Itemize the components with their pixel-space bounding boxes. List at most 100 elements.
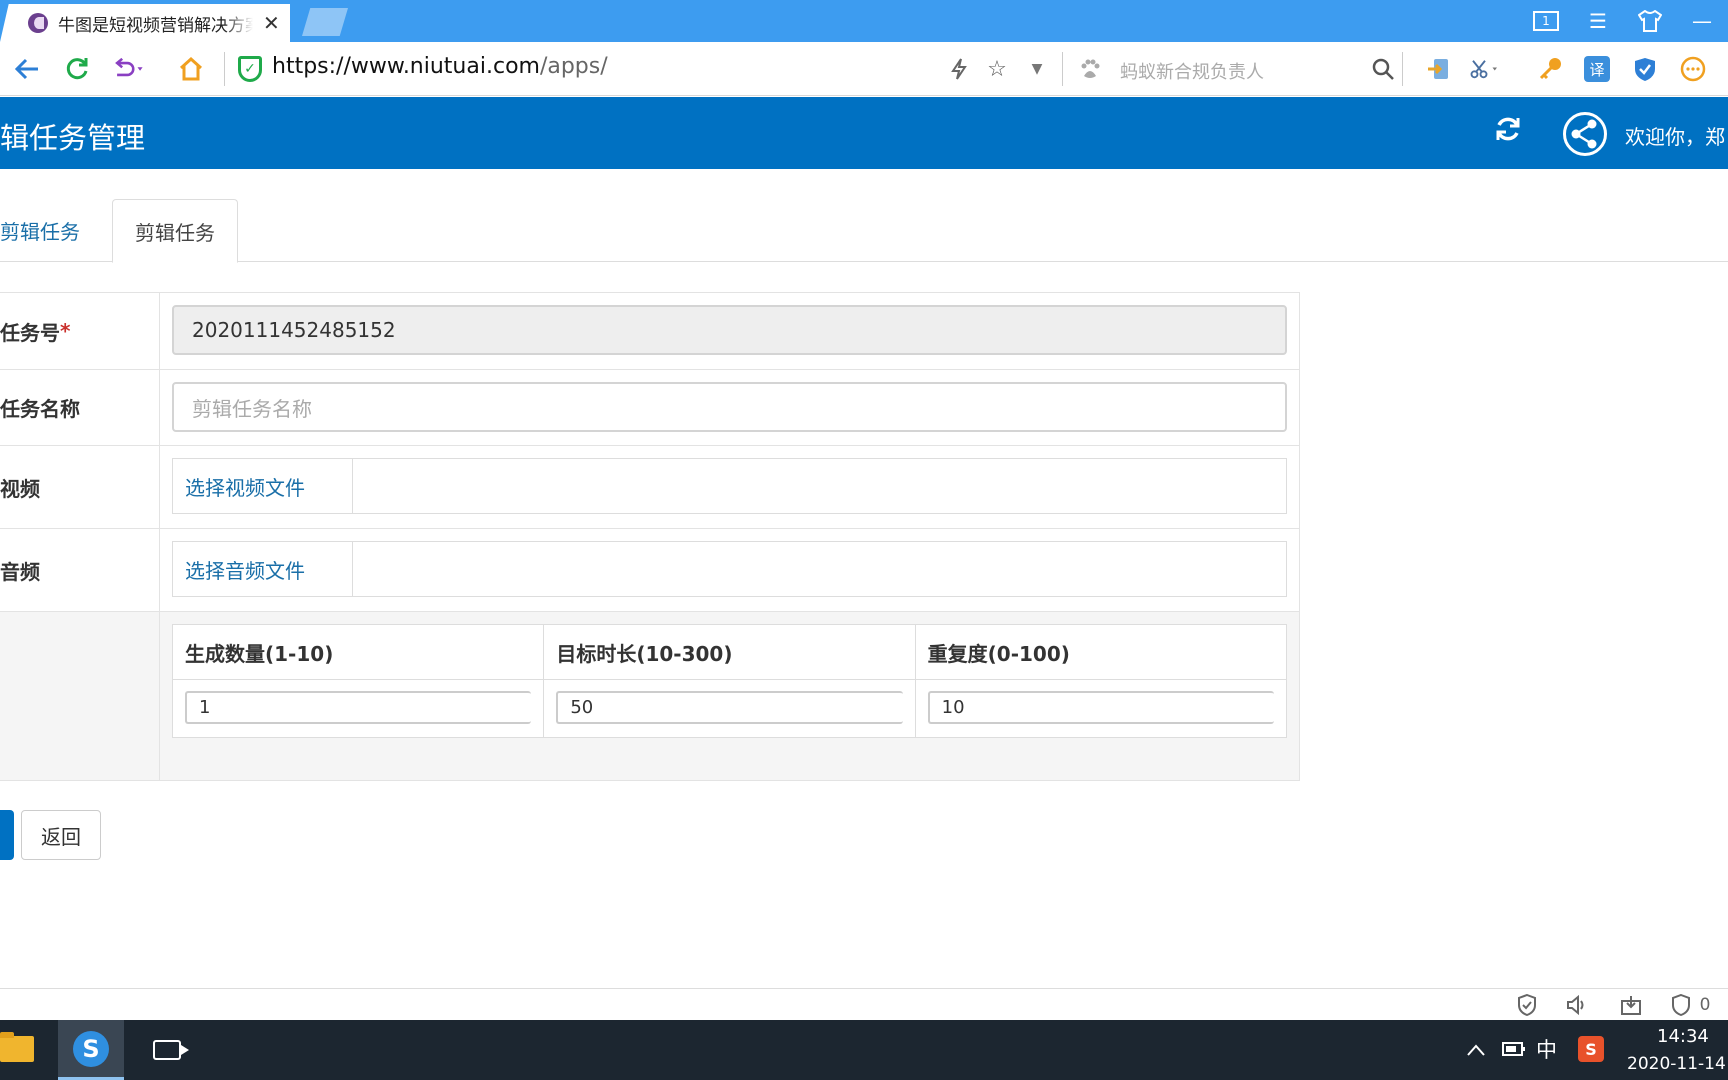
url-path: /apps/ bbox=[539, 54, 608, 79]
select-audio-button[interactable]: 选择音频文件 bbox=[173, 542, 353, 596]
params-cell: 生成数量(1-10) 目标时长(10-300) 重复度(0-100) 1 50 … bbox=[160, 612, 1299, 780]
battery-icon[interactable] bbox=[1502, 1038, 1526, 1062]
url-main: https://www.niutuai.com bbox=[272, 54, 540, 79]
url-text[interactable]: https://www.niutuai.com/apps/ bbox=[272, 54, 608, 79]
download-box-icon[interactable] bbox=[1618, 993, 1644, 1017]
minimize-button[interactable]: — bbox=[1676, 0, 1728, 42]
lightning-icon[interactable] bbox=[944, 54, 974, 84]
baidu-paw-icon bbox=[1075, 54, 1105, 84]
screenshot-scissors-icon[interactable] bbox=[1470, 54, 1500, 84]
app-header: 辑任务管理 欢迎你，郑 bbox=[0, 97, 1728, 169]
new-tab-button[interactable] bbox=[302, 8, 348, 36]
repeat-cell: 10 bbox=[916, 680, 1286, 737]
separator bbox=[1062, 52, 1063, 86]
separator bbox=[224, 52, 225, 86]
repeat-header: 重复度(0-100) bbox=[927, 641, 1070, 666]
window-counter-button[interactable]: 1 bbox=[1520, 0, 1572, 42]
skin-shirt-icon[interactable] bbox=[1624, 0, 1676, 42]
page-tabs: 剪辑任务 剪辑任务 bbox=[0, 199, 1728, 263]
params-table: 生成数量(1-10) 目标时长(10-300) 重复度(0-100) 1 50 … bbox=[172, 624, 1287, 738]
search-icon[interactable] bbox=[1368, 54, 1398, 84]
login-assistant-icon[interactable] bbox=[1424, 54, 1454, 84]
audio-label: 音频 bbox=[0, 529, 160, 611]
back-button[interactable]: 返回 bbox=[21, 810, 101, 860]
site-favicon-icon bbox=[28, 13, 48, 33]
dropdown-chevron-icon[interactable]: ▼ bbox=[1022, 54, 1052, 84]
secure-shield-icon: ✓ bbox=[238, 56, 262, 82]
audio-cell: 选择音频文件 bbox=[160, 529, 1299, 611]
welcome-text[interactable]: 欢迎你，郑 bbox=[1625, 121, 1725, 150]
home-icon[interactable] bbox=[174, 52, 208, 86]
required-mark: * bbox=[60, 319, 71, 343]
task-name-cell: 剪辑任务名称 bbox=[160, 370, 1299, 445]
video-cell: 选择视频文件 bbox=[160, 446, 1299, 528]
undo-close-icon[interactable] bbox=[112, 52, 146, 86]
clock-date[interactable]: 2020-11-14 bbox=[1627, 1054, 1726, 1074]
task-name-input[interactable]: 剪辑任务名称 bbox=[172, 382, 1287, 432]
form-row-audio: 音频 选择音频文件 bbox=[0, 529, 1299, 612]
task-name-label: 任务名称 bbox=[0, 370, 160, 445]
sogou-browser-icon: S bbox=[73, 1030, 109, 1067]
form-row-params: 生成数量(1-10) 目标时长(10-300) 重复度(0-100) 1 50 … bbox=[0, 612, 1299, 780]
submit-button[interactable] bbox=[0, 810, 14, 860]
count-header: 生成数量(1-10) bbox=[173, 625, 545, 679]
search-input[interactable]: 蚂蚁新合规负责人 bbox=[1120, 58, 1264, 84]
tab-close-icon[interactable]: ✕ bbox=[263, 11, 280, 35]
ad-block-icon[interactable] bbox=[1668, 993, 1694, 1017]
address-bar: ✓ https://www.niutuai.com/apps/ ☆ ▼ 蚂蚁新合… bbox=[0, 42, 1728, 96]
taskbar-camera-app[interactable] bbox=[134, 1020, 200, 1080]
shield-check-icon[interactable] bbox=[1514, 993, 1540, 1017]
duration-cell: 50 bbox=[544, 680, 916, 737]
task-no-input[interactable]: 2020111452485152 bbox=[172, 305, 1287, 355]
repeat-input[interactable]: 10 bbox=[927, 691, 1274, 724]
browser-tab-bar: 牛图是短视频营销解决方案 ✕ 1 ☰ — bbox=[0, 0, 1728, 42]
params-value-row: 1 50 10 bbox=[173, 680, 1286, 737]
window-counter: 1 bbox=[1533, 11, 1559, 31]
browser-tab[interactable]: 牛图是短视频营销解决方案 ✕ bbox=[0, 4, 290, 42]
video-camera-icon bbox=[153, 1040, 189, 1060]
window-controls: 1 ☰ — bbox=[1520, 0, 1728, 42]
clock-time[interactable]: 14:34 bbox=[1657, 1026, 1709, 1047]
translate-icon[interactable]: 译 bbox=[1582, 54, 1612, 84]
count-input[interactable]: 1 bbox=[185, 691, 532, 724]
translate-icon-glyph: 译 bbox=[1584, 56, 1610, 82]
count-cell: 1 bbox=[173, 680, 545, 737]
params-label bbox=[0, 612, 160, 780]
menu-icon[interactable]: ☰ bbox=[1572, 0, 1624, 42]
taskbar-browser-app[interactable]: S bbox=[58, 1020, 124, 1080]
tray-chevron-up-icon[interactable] bbox=[1466, 1038, 1486, 1062]
ime-language-indicator[interactable]: 中 bbox=[1536, 1034, 1557, 1064]
form-row-video: 视频 选择视频文件 bbox=[0, 446, 1299, 529]
audio-file-picker[interactable]: 选择音频文件 bbox=[172, 541, 1287, 597]
tab-clip-task-edit[interactable]: 剪辑任务 bbox=[112, 199, 238, 263]
form-row-task-no: 任务号 * 2020111452485152 bbox=[0, 293, 1299, 370]
refresh-icon[interactable] bbox=[1494, 115, 1522, 150]
video-label: 视频 bbox=[0, 446, 160, 528]
video-file-picker[interactable]: 选择视频文件 bbox=[172, 458, 1287, 514]
form-row-task-name: 任务名称 剪辑任务名称 bbox=[0, 370, 1299, 446]
page-title: 辑任务管理 bbox=[0, 121, 146, 155]
taskbar: S 中 S 14:34 2020-11-14 bbox=[0, 1020, 1728, 1080]
task-no-label: 任务号 * bbox=[0, 293, 160, 369]
params-header-row: 生成数量(1-10) 目标时长(10-300) 重复度(0-100) bbox=[173, 625, 1286, 680]
duration-header: 目标时长(10-300) bbox=[544, 625, 916, 679]
duration-input[interactable]: 50 bbox=[556, 691, 903, 724]
bookmark-star-icon[interactable]: ☆ bbox=[982, 54, 1012, 84]
browser-status-bar: 0 bbox=[0, 988, 1728, 1020]
file-explorer-icon[interactable] bbox=[0, 1032, 34, 1062]
task-form: 任务号 * 2020111452485152 任务名称 剪辑任务名称 视频 选择视… bbox=[0, 292, 1300, 781]
task-no-cell: 2020111452485152 bbox=[160, 293, 1299, 369]
separator bbox=[1402, 52, 1403, 86]
browser-tab-title: 牛图是短视频营销解决方案 bbox=[58, 15, 253, 36]
emoji-icon[interactable] bbox=[1678, 54, 1708, 84]
reload-icon[interactable] bbox=[60, 52, 94, 86]
select-video-button[interactable]: 选择视频文件 bbox=[173, 459, 353, 513]
tab-clip-task-list[interactable]: 剪辑任务 bbox=[0, 199, 102, 262]
speaker-icon[interactable] bbox=[1564, 993, 1590, 1017]
security-shield-icon[interactable] bbox=[1630, 54, 1660, 84]
sogou-ime-icon[interactable]: S bbox=[1578, 1036, 1604, 1062]
back-arrow-icon[interactable] bbox=[10, 52, 44, 86]
ad-block-count: 0 bbox=[1699, 995, 1711, 1015]
avatar[interactable] bbox=[1563, 112, 1607, 156]
key-icon[interactable] bbox=[1536, 54, 1566, 84]
